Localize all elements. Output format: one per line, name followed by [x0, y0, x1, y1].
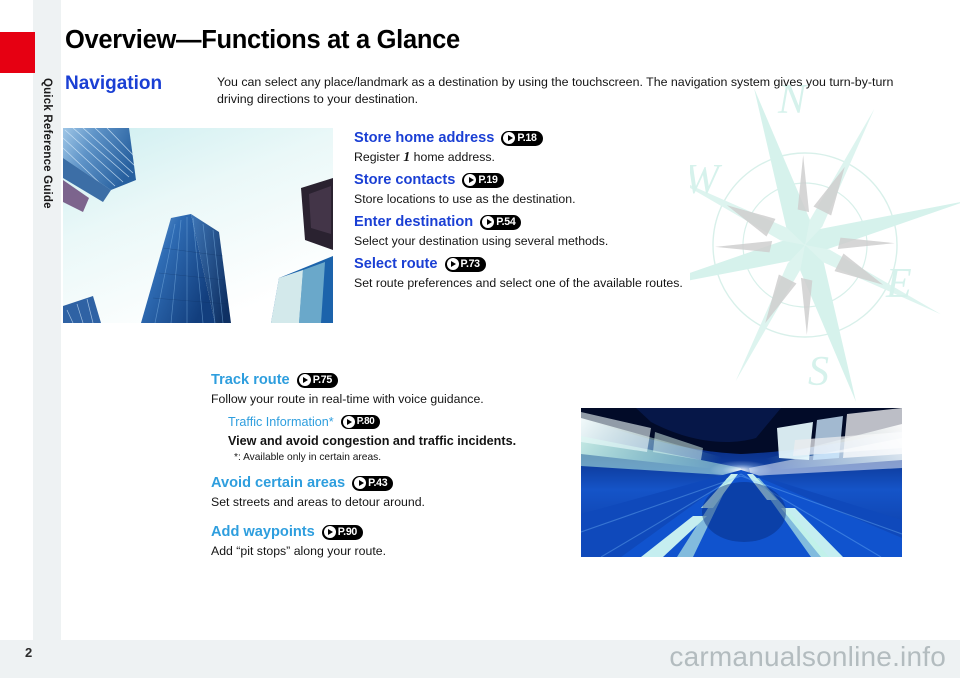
feature-footnote: *: Available only in certain areas.: [234, 452, 382, 463]
page-ref-badge[interactable]: P.73: [444, 256, 486, 272]
arrow-right-icon: [298, 374, 311, 386]
feature-traffic-information: Traffic Information* P.80 View and avoid…: [228, 413, 516, 465]
feature-add-waypoints: Add waypoints P.90 Add “pit stops” along…: [211, 523, 386, 559]
feature-heading: Track route P.75: [211, 371, 484, 389]
feature-title: Traffic Information*: [228, 415, 334, 429]
page-content: Overview—Functions at a Glance Navigatio…: [61, 0, 960, 640]
tunnel-road-photo: [581, 408, 902, 557]
buildings-photo: [63, 128, 333, 323]
feature-heading: Avoid certain areas P.43: [211, 474, 425, 492]
feature-title: Select route: [354, 256, 438, 272]
page-ref-text: P.54: [496, 216, 516, 228]
page-ref-text: P.75: [312, 374, 333, 386]
page-ref-text: P.43: [368, 477, 388, 489]
feature-store-home-address: Store home address P.18 Register 1 home …: [354, 129, 543, 166]
page-ref-text: P.73: [460, 258, 481, 270]
feature-title: Store home address: [354, 130, 495, 146]
page-title: Overview—Functions at a Glance: [65, 26, 460, 54]
page-number: 2: [25, 645, 33, 660]
feature-avoid-certain-areas: Avoid certain areas P.43 Set streets and…: [211, 474, 425, 510]
arrow-right-icon: [342, 416, 355, 428]
page-ref-badge[interactable]: P.54: [480, 214, 522, 230]
page-ref-badge[interactable]: P.75: [296, 372, 338, 388]
feature-select-route: Select route P.73 Set route preferences …: [354, 255, 683, 291]
feature-description: Add “pit stops” along your route.: [211, 544, 386, 558]
feature-heading: Store home address P.18: [354, 129, 543, 147]
page-ref-badge[interactable]: P.19: [462, 172, 504, 188]
site-watermark: carmanualsonline.info: [669, 641, 946, 672]
page-ref-text: P.19: [478, 174, 498, 186]
page-ref-text: P.18: [517, 132, 537, 144]
feature-description: Set route preferences and select one of …: [354, 276, 683, 290]
section-title: Navigation: [65, 73, 163, 94]
feature-title: Avoid certain areas: [211, 475, 346, 491]
arrow-right-icon: [354, 477, 367, 489]
desc-part-after: home address.: [410, 150, 495, 164]
feature-heading: Add waypoints P.90: [211, 523, 386, 541]
arrow-right-icon: [482, 216, 495, 228]
feature-enter-destination: Enter destination P.54 Select your desti…: [354, 213, 608, 249]
desc-part-before: Register: [354, 150, 404, 164]
arrow-right-icon: [464, 174, 477, 186]
feature-description: View and avoid congestion and traffic in…: [228, 434, 517, 448]
arrow-right-icon: [323, 526, 336, 538]
arrow-right-icon: [446, 258, 459, 270]
feature-title: Store contacts: [354, 172, 456, 188]
page-ref-badge[interactable]: P.80: [340, 415, 381, 429]
feature-heading: Traffic Information* P.80: [228, 413, 516, 431]
tab-rail-label-text: Quick Reference Guide: [41, 78, 53, 209]
feature-store-contacts: Store contacts P.19 Store locations to u…: [354, 171, 575, 207]
arrow-right-icon: [503, 132, 516, 144]
page-ref-text: P.90: [337, 526, 358, 538]
page-ref-badge[interactable]: P.90: [321, 524, 364, 540]
feature-title: Enter destination: [354, 214, 474, 230]
feature-description: Set streets and areas to detour around.: [211, 495, 425, 509]
section-intro-text: You can select any place/landmark as a d…: [217, 75, 894, 106]
feature-track-route: Track route P.75 Follow your route in re…: [211, 371, 484, 407]
feature-description: Follow your route in real-time with voic…: [211, 392, 484, 406]
feature-title: Track route: [211, 372, 290, 388]
tab-rail-label: Quick Reference Guide: [33, 78, 61, 378]
section-color-tab: [0, 32, 35, 73]
feature-heading: Store contacts P.19: [354, 171, 575, 189]
page-ref-badge[interactable]: P.18: [501, 130, 543, 146]
feature-description: Select your destination using several me…: [354, 234, 609, 248]
feature-title: Add waypoints: [211, 524, 315, 540]
feature-description: Store locations to use as the destinatio…: [354, 192, 576, 206]
feature-description: Register 1 home address.: [354, 149, 543, 166]
page-ref-badge[interactable]: P.43: [352, 475, 394, 491]
feature-heading: Select route P.73: [354, 255, 683, 273]
feature-heading: Enter destination P.54: [354, 213, 608, 231]
page-ref-text: P.80: [356, 416, 375, 427]
